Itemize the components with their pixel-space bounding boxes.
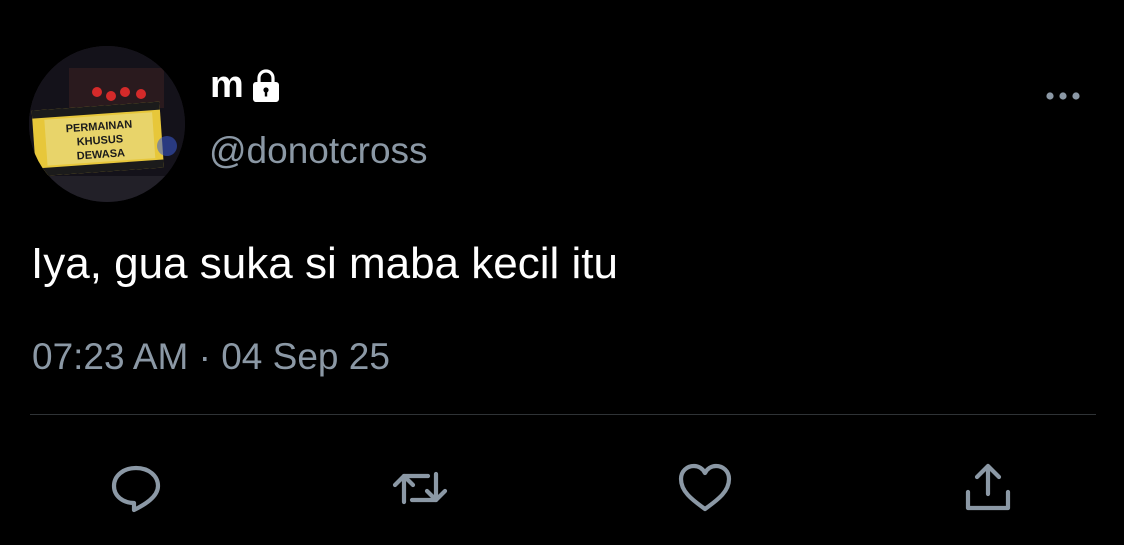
display-name-text: m xyxy=(210,64,244,106)
retweet-button[interactable] xyxy=(390,458,450,518)
tweet-timestamp[interactable]: 07:23 AM · 04 Sep 25 xyxy=(32,334,390,380)
avatar[interactable]: PERMAINAN KHUSUS DEWASA xyxy=(29,46,185,202)
share-icon xyxy=(958,458,1018,518)
user-handle[interactable]: @donotcross xyxy=(209,128,428,174)
more-options-button[interactable] xyxy=(1038,82,1088,112)
reply-button[interactable] xyxy=(106,458,166,518)
retweet-icon xyxy=(390,458,450,518)
display-name[interactable]: m xyxy=(210,62,282,108)
tweet-text: Iya, gua suka si maba kecil itu xyxy=(31,239,618,288)
share-button[interactable] xyxy=(958,458,1018,518)
like-icon xyxy=(675,458,735,518)
like-button[interactable] xyxy=(675,458,735,518)
reply-icon xyxy=(106,458,166,518)
divider xyxy=(30,414,1096,415)
more-horizontal-icon xyxy=(1043,88,1083,106)
lock-icon xyxy=(250,68,282,104)
